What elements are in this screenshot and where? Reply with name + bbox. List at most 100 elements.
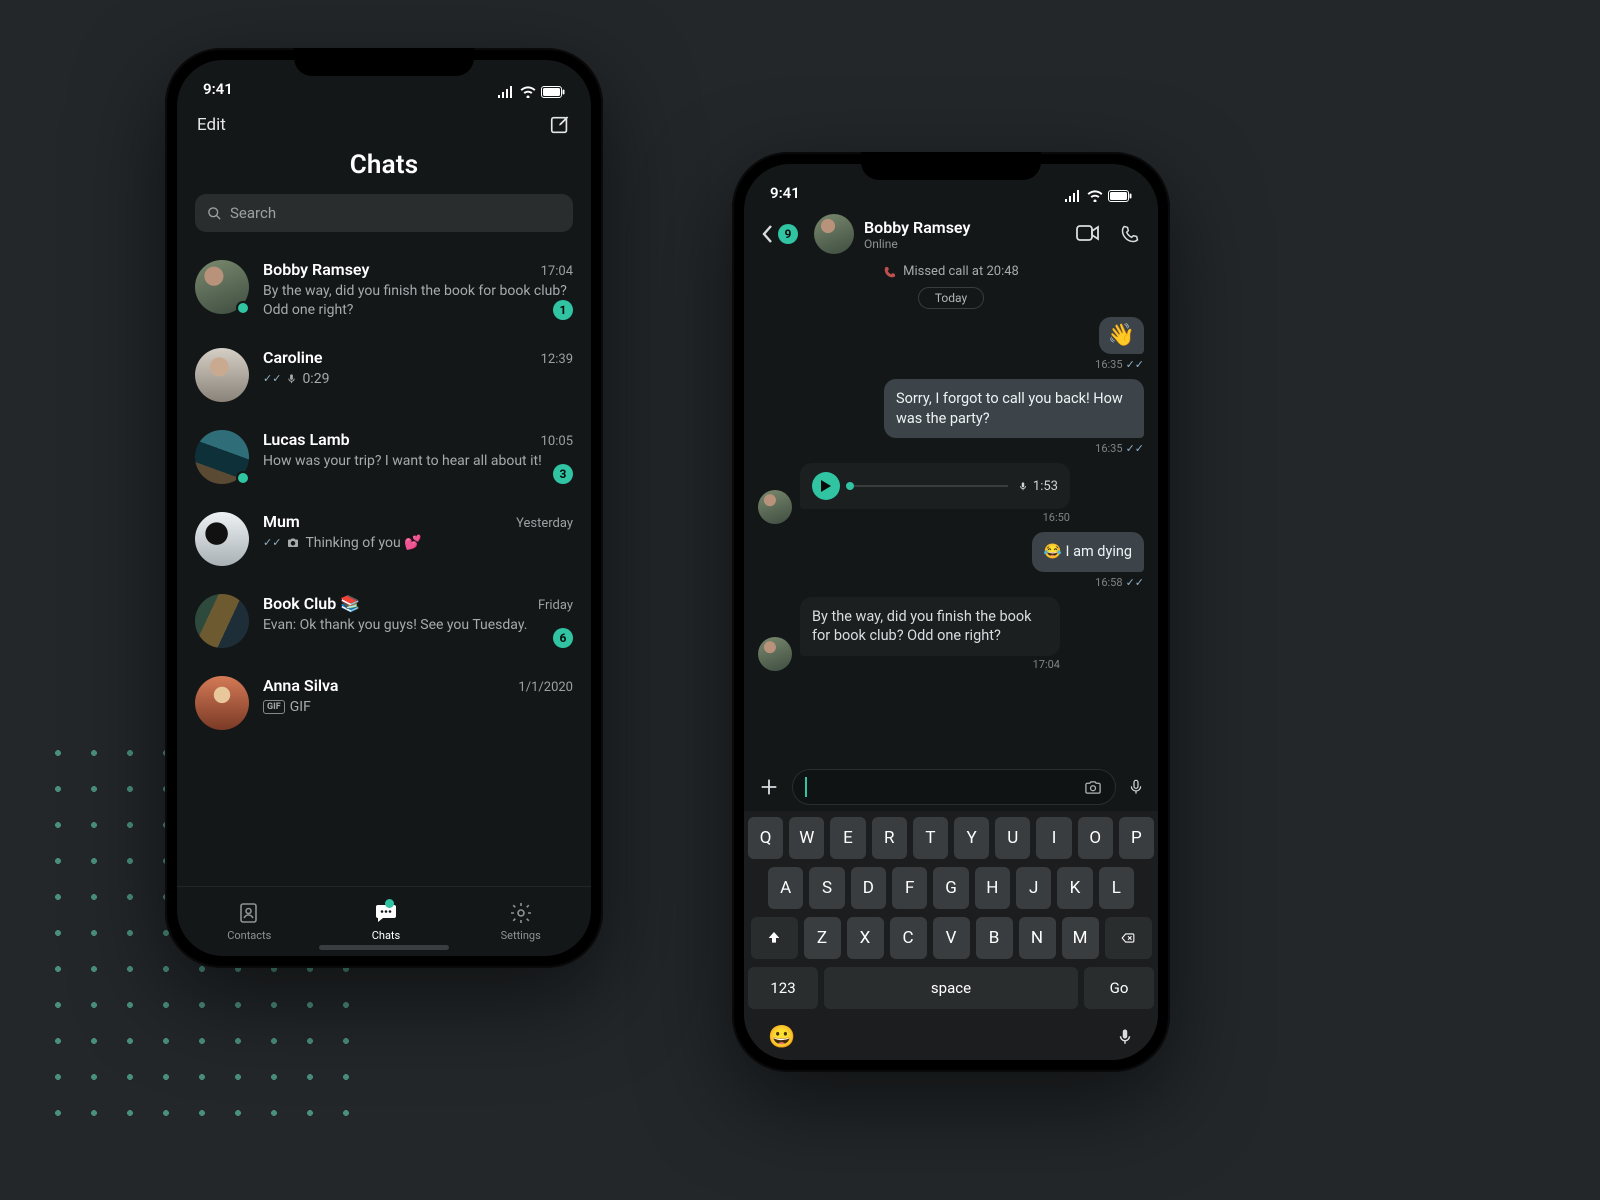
letter-key[interactable]: N	[1019, 917, 1056, 959]
letter-key[interactable]: U	[995, 817, 1030, 859]
message-timestamp: 16:58✓✓	[1095, 576, 1144, 589]
shift-key[interactable]	[751, 917, 798, 959]
camera-button[interactable]	[1083, 779, 1103, 796]
voice-track[interactable]	[850, 485, 1008, 487]
letter-key[interactable]: G	[933, 867, 968, 909]
message-timestamp: 17:04	[1033, 658, 1060, 671]
tab-settings[interactable]: Settings	[501, 901, 541, 942]
message-out[interactable]: Sorry, I forgot to call you back! How wa…	[884, 379, 1144, 438]
numbers-key[interactable]: 123	[748, 967, 818, 1009]
letter-key[interactable]: E	[830, 817, 865, 859]
avatar[interactable]	[195, 430, 249, 484]
chat-row[interactable]: Anna Silva1/1/2020 GIF GIF	[195, 662, 573, 744]
voice-record-button[interactable]	[1128, 776, 1144, 798]
chat-row[interactable]: Lucas Lamb10:05 How was your trip? I wan…	[195, 416, 573, 498]
letter-key[interactable]: A	[768, 867, 803, 909]
message-timestamp: 16:35✓✓	[1095, 358, 1144, 371]
letter-key[interactable]: C	[890, 917, 927, 959]
keyboard-row: ASDFGHJKL	[748, 867, 1154, 909]
dictation-button[interactable]	[1116, 1025, 1134, 1050]
keyboard-row: ZXCVBNM	[748, 917, 1154, 959]
tab-contacts[interactable]: Contacts	[227, 901, 271, 942]
chat-list[interactable]: Bobby Ramsey17:04 By the way, did you fi…	[177, 246, 591, 886]
avatar[interactable]	[195, 260, 249, 314]
letter-key[interactable]: H	[975, 867, 1010, 909]
backspace-icon	[1118, 931, 1138, 945]
letter-key[interactable]: F	[892, 867, 927, 909]
space-key[interactable]: space	[824, 967, 1078, 1009]
letter-key[interactable]: L	[1099, 867, 1134, 909]
message-out-emoji[interactable]: 👋	[1099, 317, 1144, 354]
gear-icon	[508, 901, 534, 925]
message-input[interactable]	[792, 769, 1116, 805]
letter-key[interactable]: R	[872, 817, 907, 859]
compose-button[interactable]	[549, 114, 571, 136]
chat-row[interactable]: Caroline12:39 ✓✓ 0:29	[195, 334, 573, 416]
letter-key[interactable]: V	[933, 917, 970, 959]
search-input[interactable]: Search	[195, 194, 573, 232]
read-receipt-icon: ✓✓	[1126, 576, 1144, 589]
message-avatar[interactable]	[758, 490, 792, 524]
chat-time: 10:05	[541, 434, 573, 449]
tab-chats[interactable]: Chats	[372, 901, 400, 942]
voice-thumb[interactable]	[846, 482, 854, 490]
play-button[interactable]	[812, 472, 840, 500]
header-avatar[interactable]	[814, 214, 854, 254]
letter-key[interactable]: B	[976, 917, 1013, 959]
message-in[interactable]: By the way, did you finish the book for …	[800, 597, 1060, 656]
contact-status: Online	[864, 237, 1066, 251]
message-avatar[interactable]	[758, 637, 792, 671]
voice-message[interactable]: 1:53	[800, 463, 1070, 509]
letter-key[interactable]: M	[1062, 917, 1099, 959]
chat-preview: By the way, did you finish the book for …	[263, 282, 573, 320]
missed-call-notice: Missed call at 20:48	[883, 264, 1019, 279]
camera-icon	[286, 537, 300, 549]
chat-time: Friday	[538, 598, 573, 613]
letter-key[interactable]: I	[1036, 817, 1071, 859]
message-timestamp: 16:35✓✓	[1095, 442, 1144, 455]
letter-key[interactable]: X	[847, 917, 884, 959]
letter-key[interactable]: P	[1119, 817, 1154, 859]
avatar[interactable]	[195, 594, 249, 648]
chat-time: Yesterday	[516, 516, 573, 531]
header-title-area[interactable]: Bobby Ramsey Online	[864, 218, 1066, 251]
chat-row[interactable]: MumYesterday ✓✓ Thinking of you 💕	[195, 498, 573, 580]
avatar[interactable]	[195, 512, 249, 566]
avatar[interactable]	[195, 676, 249, 730]
letter-key[interactable]: K	[1057, 867, 1092, 909]
letter-key[interactable]: T	[913, 817, 948, 859]
chat-row[interactable]: Bobby Ramsey17:04 By the way, did you fi…	[195, 246, 573, 334]
letter-key[interactable]: Z	[804, 917, 841, 959]
chat-list-nav: Edit	[177, 100, 591, 142]
shift-icon	[766, 930, 782, 946]
message-out[interactable]: 😂 I am dying	[1032, 532, 1144, 572]
emoji-keyboard-button[interactable]: 😀	[768, 1025, 795, 1050]
letter-key[interactable]: W	[789, 817, 824, 859]
go-key[interactable]: Go	[1084, 967, 1154, 1009]
presence-dot	[236, 471, 250, 485]
letter-key[interactable]: J	[1016, 867, 1051, 909]
letter-key[interactable]: D	[851, 867, 886, 909]
attach-button[interactable]	[758, 776, 780, 798]
chat-name: Lucas Lamb	[263, 430, 350, 449]
letter-key[interactable]: Q	[748, 817, 783, 859]
mic-icon	[1128, 776, 1144, 798]
chat-row[interactable]: Book Club 📚Friday Evan: Ok thank you guy…	[195, 580, 573, 662]
letter-key[interactable]: Y	[954, 817, 989, 859]
notch	[861, 152, 1041, 180]
voice-call-button[interactable]	[1120, 224, 1140, 244]
home-indicator[interactable]	[319, 945, 449, 950]
letter-key[interactable]: S	[809, 867, 844, 909]
edit-button[interactable]: Edit	[197, 115, 226, 135]
backspace-key[interactable]	[1105, 917, 1152, 959]
unread-badge: 3	[553, 464, 573, 484]
plus-icon	[758, 776, 780, 798]
conversation-scroll[interactable]: Missed call at 20:48 Today 👋 16:35✓✓ Sor…	[744, 260, 1158, 761]
back-button[interactable]: 9	[762, 224, 798, 244]
search-placeholder: Search	[230, 204, 276, 222]
avatar[interactable]	[195, 348, 249, 402]
letter-key[interactable]: O	[1078, 817, 1113, 859]
video-call-button[interactable]	[1076, 224, 1100, 244]
chat-time: 12:39	[541, 352, 573, 367]
chat-name: Caroline	[263, 348, 323, 367]
